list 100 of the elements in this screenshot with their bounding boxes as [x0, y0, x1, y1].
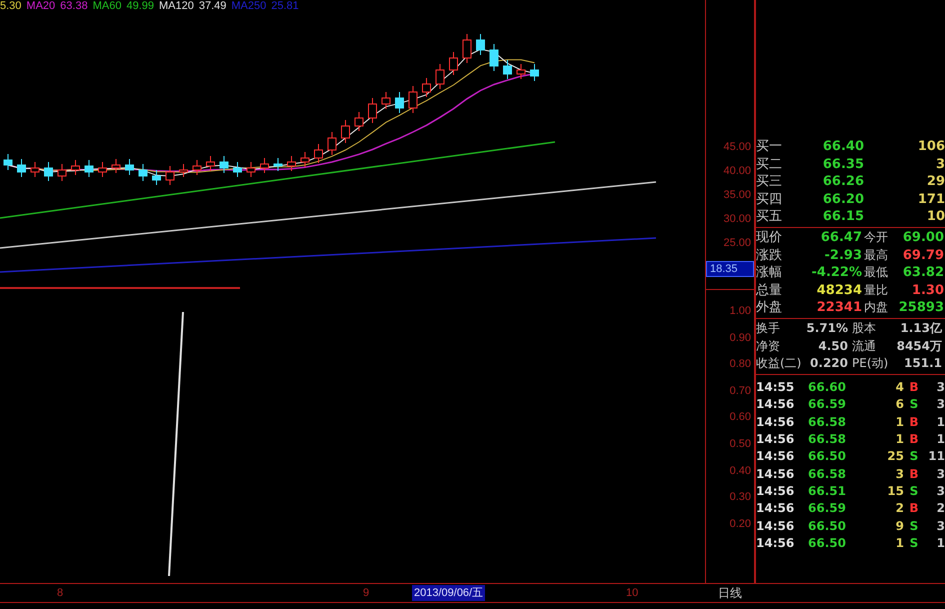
candlestick: [138, 164, 148, 182]
quote-label: 最高: [864, 246, 888, 264]
candlestick: [476, 34, 485, 56]
candlestick: [395, 92, 404, 114]
candlestick: [287, 156, 296, 172]
period-label[interactable]: 日线: [718, 584, 742, 602]
fundamental-value: 8454万: [896, 338, 942, 355]
date-axis-label: 8: [57, 586, 64, 601]
quote-value: 22341: [816, 299, 862, 317]
trade-time: 14:56: [756, 483, 796, 500]
candlestick: [422, 78, 431, 98]
trade-volume: 4: [894, 378, 904, 396]
trade-count: 3: [936, 378, 945, 396]
indicator-axis-label: 0.70: [730, 384, 752, 399]
price-axis-label: 35.00: [723, 188, 752, 203]
fundamental-label: 流通: [852, 338, 876, 355]
candlestick: [274, 158, 282, 172]
indicator-axis-label: 0.90: [730, 330, 752, 346]
indicator-axis-label: 0.80: [730, 357, 752, 372]
candlestick: [260, 158, 269, 174]
trade-price: 66.51: [808, 483, 847, 500]
trade-time: 14:56: [756, 430, 796, 448]
fundamental-value: 0.220: [810, 355, 848, 372]
candlestick: [179, 164, 188, 178]
bid-label: 买五: [756, 208, 783, 226]
candlestick: [71, 160, 80, 176]
fundamental-value: 151.1: [904, 355, 942, 372]
quote-value: -2.93: [824, 246, 862, 264]
quote-value: 66.47: [820, 228, 862, 247]
candlestick: [246, 162, 256, 178]
candlestick: [125, 158, 134, 176]
trade-price: 66.58: [808, 430, 847, 448]
quote-value: -4.22%: [812, 264, 862, 282]
ma-legend-value: MA20: [26, 0, 56, 13]
trade-count: 1: [936, 430, 945, 448]
trade-volume: 1: [894, 535, 904, 552]
trade-time: 14:56: [756, 414, 796, 430]
bid-volume: 29: [926, 173, 945, 191]
indicator-axis-label: 0.50: [730, 436, 752, 452]
trade-price: 66.50: [808, 535, 847, 552]
trade-side: S: [908, 448, 920, 466]
trade-volume: 15: [886, 483, 904, 500]
indicator-axis-label: 0.30: [730, 490, 752, 506]
trade-price: 66.50: [808, 518, 847, 535]
trade-volume: 2: [894, 500, 904, 518]
date-axis-label: 9: [363, 586, 370, 601]
trade-price: 66.59: [808, 396, 847, 414]
ma-legend-value: 5.30: [0, 0, 22, 13]
price-axis-label: 30.00: [723, 212, 752, 227]
price-cursor-label: 18.35: [706, 261, 754, 277]
bid-volume: 3: [934, 156, 945, 174]
date-cursor-label: 2013/09/06/五: [412, 585, 486, 601]
indicator-axis-label: 0.40: [730, 464, 752, 479]
ma-legend-value: 37.49: [198, 0, 226, 13]
trade-price: 66.58: [808, 414, 847, 430]
quote-label: 今开: [864, 228, 888, 246]
indicator-axis-label: 1.00: [730, 304, 752, 319]
quote-label: 涨跌: [756, 246, 782, 264]
quote-value: 63.82: [902, 264, 944, 282]
trade-time: 14:56: [756, 500, 796, 518]
quote-value: 48234: [816, 282, 862, 300]
trade-volume: 1: [894, 430, 904, 448]
price-axis-label: 25.00: [723, 236, 752, 251]
fundamental-value: 5.71%: [806, 320, 848, 337]
candlestick: [449, 52, 458, 76]
candlestick: [314, 144, 323, 164]
candlestick: [112, 158, 120, 174]
bid-price: 66.40: [822, 138, 864, 156]
bid-price: 66.15: [822, 208, 864, 226]
bid-label: 买一: [756, 138, 783, 156]
trade-time: 14:56: [756, 396, 796, 414]
candlestick: [490, 44, 498, 72]
bid-volume: 171: [916, 190, 945, 208]
fundamental-value: 4.50: [818, 338, 848, 355]
candlestick: [220, 156, 228, 174]
fundamental-label: 收益(二): [756, 355, 802, 372]
indicator-axis-label: 0.20: [730, 516, 752, 532]
trade-side: B: [908, 430, 920, 448]
fundamental-label: 换手: [756, 320, 780, 337]
trade-count: 3: [936, 396, 945, 414]
quote-value: 69.79: [902, 246, 944, 264]
quote-label: 总量: [756, 282, 782, 300]
trade-side: S: [908, 535, 920, 552]
date-axis-label: 10: [626, 586, 638, 601]
candlestick: [408, 86, 418, 114]
bid-price: 66.26: [822, 173, 864, 191]
ma-legend-value: MA250: [231, 0, 266, 13]
ma-legend-value: MA60: [92, 0, 122, 13]
candlestick: [368, 98, 377, 124]
candlestick: [354, 112, 364, 132]
quote-label: 量比: [864, 282, 888, 299]
ma-legend-value: MA120: [158, 0, 194, 13]
candlestick: [4, 154, 12, 170]
bid-price: 66.35: [822, 156, 864, 174]
trade-count: 1: [936, 414, 945, 430]
candlestick: [152, 170, 161, 186]
trade-side: S: [908, 396, 920, 414]
ma-legend-value: 25.81: [271, 0, 299, 13]
trade-volume: 1: [894, 414, 904, 430]
candlestick: [98, 162, 107, 178]
